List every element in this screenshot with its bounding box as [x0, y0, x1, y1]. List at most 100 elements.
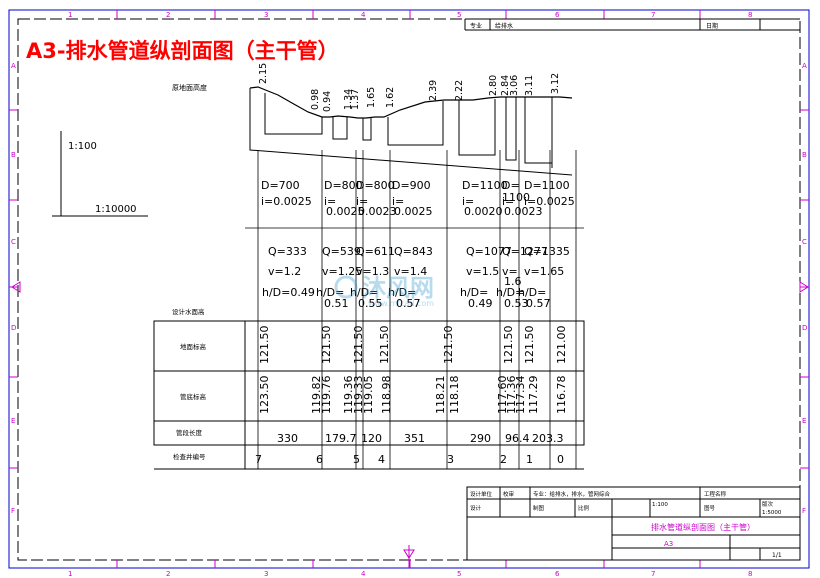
ruler-right-label: E — [802, 417, 806, 425]
ruler-right-label: D — [802, 324, 807, 332]
slope-value: 0.0020 — [464, 205, 503, 218]
flow-label: Q=333 — [268, 245, 307, 258]
top-elevation-label: 2.15 — [258, 63, 269, 84]
tb-sheet: 1/1 — [772, 552, 782, 559]
node-number: 1 — [526, 453, 533, 466]
label-length: 管段长度 — [176, 428, 203, 437]
tb-discipline: 专业：给排水，排水，管网综合 — [533, 490, 611, 498]
flow-label: Q=843 — [394, 245, 433, 258]
top-elevation-label: 2.22 — [454, 80, 465, 101]
tb-scale-v: 1:100 — [652, 502, 668, 508]
tb-project: 工程名称 — [704, 490, 727, 498]
invert-elevation-value: 118.98 — [380, 376, 393, 415]
ruler-top-label: 1 — [68, 11, 72, 19]
top-elevation-label: 0.98 — [310, 89, 321, 110]
ground-elevation-value: 121.50 — [378, 326, 391, 365]
ruler-left-label: E — [11, 417, 15, 425]
slope-value: 0.0023 — [358, 205, 397, 218]
tb-edition: 版次 — [762, 500, 774, 508]
segment-length-value: 290 — [470, 432, 491, 445]
ruler-top-label: 6 — [555, 11, 560, 19]
flow-label: Q=1335 — [524, 245, 570, 258]
ruler-right-label: C — [802, 238, 807, 246]
node-number: 6 — [316, 453, 323, 466]
segment-length-value: 203.3 — [532, 432, 564, 445]
watermark-brand: 沐风网 — [362, 274, 434, 302]
diameter-label: D=1100 — [524, 179, 570, 192]
segment-length-value: 179.7 — [325, 432, 357, 445]
node-number: 0 — [557, 453, 564, 466]
page-title: A3-排水管道纵剖面图（主干管） — [26, 39, 339, 63]
top-elevation-label: 0.94 — [322, 91, 333, 112]
ground-elevation-value: 121.50 — [442, 326, 455, 365]
label-design-flow-level: 设计水面高 — [172, 307, 205, 316]
top-elevation-label: 3.06 — [509, 75, 520, 96]
segment-length-value: 330 — [277, 432, 298, 445]
segment-length-value: 351 — [404, 432, 425, 445]
ruler-bottom-label: 8 — [748, 570, 752, 578]
ruler-left-label: A — [11, 62, 16, 70]
ruler-left-label: B — [11, 151, 16, 159]
top-strip-right: 日期 — [706, 22, 718, 30]
invert-elevation-value: 116.78 — [555, 376, 568, 415]
ruler-right-label: B — [802, 151, 807, 159]
node-number: 5 — [353, 453, 360, 466]
drawing-sheet: 1 1 2 2 3 3 4 4 5 5 6 6 7 7 8 8 A A B B C C D D E E F F 专业 给排水 日期 A… — [8, 9, 810, 578]
ground-elevation-value: 121.50 — [502, 326, 515, 365]
top-elevation-label: 3.11 — [524, 75, 535, 96]
hd-value: 0.51 — [324, 297, 349, 310]
velocity-label: v=1.5 — [466, 265, 499, 278]
slope-label: i=0.0025 — [524, 195, 575, 208]
ground-profile: 2.150.98 0.94 1.341.37 1.65 1.62 2.39 2.22 2.80… — [249, 63, 573, 176]
invert-elevation-value: 117.34 — [514, 376, 527, 415]
top-elevation-label: 1.62 — [385, 87, 396, 108]
vertical-scale: 1:100 — [68, 141, 97, 152]
ruler-right-label: F — [802, 507, 806, 515]
top-elevation-label: 3.12 — [550, 73, 561, 94]
label-ground-elev-top: 原地面高度 — [172, 83, 207, 92]
ruler-bottom-label: 4 — [361, 570, 366, 578]
tb-drawing-name: 排水管道纵剖面图（主干管） — [651, 522, 755, 532]
ground-elevation-value: 121.50 — [523, 326, 536, 365]
horizontal-scale: 1:10000 — [95, 204, 137, 215]
slope-label: i=0.0025 — [261, 195, 312, 208]
title-block: 设计单位 校审 专业：给排水，排水，管网综合 工程名称 设计 制图 比例 1:1… — [466, 486, 801, 561]
tb-scale-h: 1:5000 — [762, 510, 782, 516]
ruler-top-label: 2 — [166, 11, 170, 19]
diameter-label: D=1100 — [462, 179, 508, 192]
node-number: 4 — [378, 453, 385, 466]
node-number: 7 — [255, 453, 262, 466]
invert-elevation-value: 119.76 — [320, 376, 333, 415]
top-strip-left-value: 给排水 — [495, 22, 513, 30]
ground-elevation-value: 121.50 — [320, 326, 333, 365]
ruler-left-label: D — [11, 324, 16, 332]
ruler-top-label: 8 — [748, 11, 752, 19]
hd-value: 0.49 — [468, 297, 493, 310]
tb-drawing-no: 图号 — [704, 504, 716, 512]
label-node-no: 检查井编号 — [173, 452, 206, 461]
ruler-bottom-label: 2 — [166, 570, 170, 578]
ruler-left-label: C — [11, 238, 16, 246]
ruler-top-label: 7 — [651, 11, 655, 19]
ruler-top-label: 5 — [457, 11, 461, 19]
tb-sheet-size: A3 — [664, 540, 673, 548]
diameter-label: D=900 — [392, 179, 431, 192]
ground-elevation-value: 121.50 — [258, 326, 271, 365]
center-mark-icon — [403, 545, 415, 568]
hd-value: 0.57 — [526, 297, 551, 310]
top-elevation-label: 2.80 — [488, 75, 499, 96]
diameter-label: D=700 — [261, 179, 300, 192]
top-elevation-label: 1.65 — [366, 87, 377, 108]
ruler-top-label: 3 — [264, 11, 268, 19]
invert-elevation-value: 118.21 — [434, 376, 447, 415]
ground-elevation-value: 121.00 — [555, 326, 568, 365]
top-strip-left: 专业 — [470, 22, 482, 30]
ruler-bottom-label: 1 — [68, 570, 72, 578]
ground-elevation-value: 121.50 — [352, 326, 365, 365]
tb-drawn: 制图 — [533, 504, 545, 512]
tb-checker: 校审 — [503, 490, 515, 498]
segment-length-value: 120 — [361, 432, 382, 445]
ruler-top-label: 4 — [361, 11, 366, 19]
slope-value: 0.0025 — [394, 205, 433, 218]
tb-scale-label: 比例 — [578, 504, 590, 512]
